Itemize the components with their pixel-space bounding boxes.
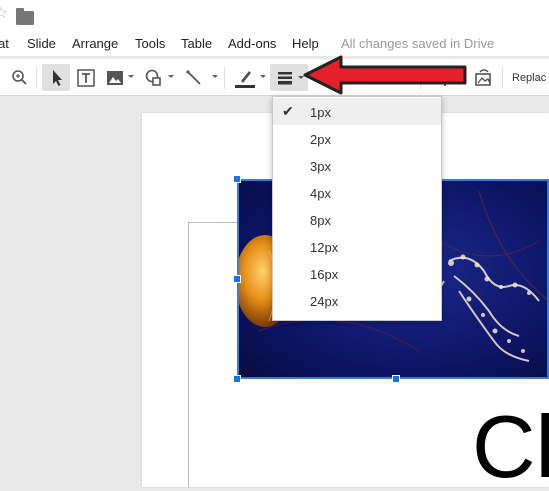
option-label: 16px	[310, 267, 339, 282]
menu-addons[interactable]: Add-ons	[228, 36, 276, 51]
option-label: 8px	[310, 213, 331, 228]
line-weight-option[interactable]: 16px	[273, 260, 441, 287]
zoom-icon[interactable]	[8, 64, 30, 91]
menu-format[interactable]: at	[0, 36, 9, 51]
line-weight-option[interactable]: 2px	[273, 125, 441, 152]
line-caret-icon[interactable]	[212, 75, 218, 78]
menu-slide[interactable]: Slide	[27, 36, 56, 51]
red-arrow-annotation	[303, 55, 467, 95]
resize-handle-middle-left[interactable]	[233, 275, 241, 283]
star-icon[interactable]: ☆	[0, 6, 10, 22]
image-icon[interactable]	[104, 64, 126, 91]
option-label: 2px	[310, 132, 331, 147]
title-bar: ☆	[0, 0, 549, 32]
resize-handle-top-left[interactable]	[233, 175, 241, 183]
replace-image-button[interactable]: Replac	[512, 72, 546, 84]
option-label: 3px	[310, 159, 331, 174]
line-weight-menu: ✔ 1px 2px 3px 4px 8px 12px 16px 24px	[272, 96, 442, 321]
check-icon: ✔	[282, 103, 294, 119]
line-color-caret-icon[interactable]	[260, 75, 266, 78]
toolbar-separator	[36, 67, 37, 89]
option-label: 1px	[310, 105, 331, 120]
line-icon[interactable]	[182, 64, 206, 91]
option-label: 24px	[310, 294, 339, 309]
image-caret-icon[interactable]	[128, 75, 134, 78]
menu-arrange[interactable]: Arrange	[72, 36, 118, 51]
resize-handle-bottom-middle[interactable]	[392, 375, 400, 383]
cursor-icon	[53, 70, 62, 86]
save-status: All changes saved in Drive	[341, 36, 495, 51]
folder-icon[interactable]	[16, 8, 34, 25]
line-color-icon[interactable]	[232, 64, 258, 91]
line-weight-option[interactable]: 8px	[273, 206, 441, 233]
option-label: 12px	[310, 240, 339, 255]
line-weight-option[interactable]: 3px	[273, 152, 441, 179]
option-label: 4px	[310, 186, 331, 201]
select-tool-button[interactable]	[42, 64, 70, 91]
toolbar-separator	[502, 67, 503, 89]
menu-help[interactable]: Help	[292, 36, 319, 51]
menu-tools[interactable]: Tools	[135, 36, 165, 51]
menu-table[interactable]: Table	[181, 36, 212, 51]
resize-handle-bottom-left[interactable]	[233, 375, 241, 383]
line-weight-option[interactable]: 24px	[273, 287, 441, 314]
toolbar-separator	[224, 67, 225, 89]
line-weight-option[interactable]: 4px	[273, 179, 441, 206]
slide-title-text[interactable]: Cl	[472, 403, 549, 491]
replace-image-icon[interactable]	[472, 64, 494, 91]
shape-icon[interactable]	[142, 64, 166, 91]
shape-caret-icon[interactable]	[168, 75, 174, 78]
line-weight-option[interactable]: ✔ 1px	[273, 98, 441, 125]
textbox-icon[interactable]	[74, 64, 98, 91]
line-weight-option[interactable]: 12px	[273, 233, 441, 260]
